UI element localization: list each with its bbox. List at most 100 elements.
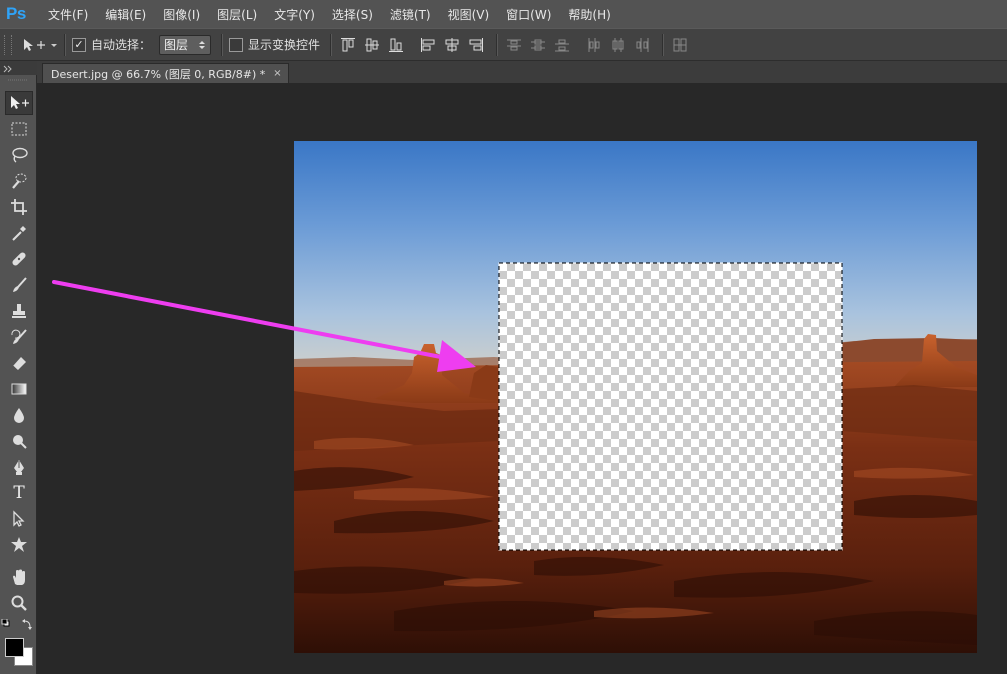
quick-selection-icon xyxy=(12,173,27,189)
canvas-area[interactable] xyxy=(37,83,1007,674)
blur-tool-button[interactable] xyxy=(5,403,33,427)
align-right-edges-button[interactable] xyxy=(466,35,486,55)
hand-icon xyxy=(13,569,25,585)
align-left-icon xyxy=(421,37,435,52)
align-vcenter-icon xyxy=(365,38,380,51)
brush-tool-button[interactable] xyxy=(5,273,33,297)
distribute-hcenter-button[interactable] xyxy=(608,35,628,55)
tools-panel: T xyxy=(0,75,37,674)
auto-select-target-value: 图层 xyxy=(164,38,189,52)
path-selection-tool-button[interactable] xyxy=(5,507,33,531)
align-horizontal-centers-button[interactable] xyxy=(442,35,462,55)
tool-preset-picker[interactable] xyxy=(20,36,58,54)
default-colors-icon xyxy=(1,619,10,627)
color-swatch-controls xyxy=(1,619,32,630)
menu-help[interactable]: 帮助(H) xyxy=(562,6,616,23)
type-tool-button[interactable]: T xyxy=(5,481,33,505)
close-icon[interactable]: × xyxy=(273,68,281,79)
menu-type[interactable]: 文字(Y) xyxy=(268,6,321,23)
distribute-left-icon xyxy=(588,37,600,52)
menu-filter[interactable]: 滤镜(T) xyxy=(384,6,437,23)
align-bottom-icon xyxy=(389,38,404,52)
crop-icon xyxy=(11,199,27,215)
menu-image[interactable]: 图像(I) xyxy=(157,6,206,23)
align-right-icon xyxy=(469,37,484,52)
drop-icon xyxy=(14,408,24,423)
show-transform-checkbox[interactable] xyxy=(229,37,244,52)
move-tool-icon xyxy=(11,96,29,109)
align-top-edges-button[interactable] xyxy=(338,35,358,55)
hand-tool-button[interactable] xyxy=(5,565,33,589)
toolbar-header xyxy=(0,61,37,75)
menu-file[interactable]: 文件(F) xyxy=(42,6,94,23)
distribute-left-button[interactable] xyxy=(584,35,604,55)
align-bottom-edges-button[interactable] xyxy=(386,35,406,55)
distribute-bottom-icon xyxy=(555,39,570,51)
move-tool-icon xyxy=(24,38,57,51)
crop-tool-button[interactable] xyxy=(5,195,33,219)
auto-select-target-dropdown[interactable]: 图层 xyxy=(159,34,212,55)
auto-select-checkbox[interactable]: ✓ xyxy=(72,37,86,52)
bandage-icon xyxy=(12,252,26,266)
brush-icon xyxy=(13,277,27,292)
dodge-icon xyxy=(13,435,27,449)
align-left-edges-button[interactable] xyxy=(418,35,438,55)
menu-layer[interactable]: 图层(L) xyxy=(211,6,263,23)
document-tab[interactable]: Desert.jpg @ 66.7% (图层 0, RGB/8#) * × xyxy=(42,63,289,83)
swap-colors-icon xyxy=(22,619,32,630)
eyedropper-tool-button[interactable] xyxy=(5,221,33,245)
separator xyxy=(330,33,333,56)
panel-grip-icon xyxy=(8,79,28,81)
document-tab-title: Desert.jpg @ 66.7% (图层 0, RGB/8#) * xyxy=(51,67,266,81)
path-selection-icon xyxy=(13,510,25,527)
zoom-tool-button[interactable] xyxy=(5,591,33,615)
lasso-icon xyxy=(12,147,28,163)
separator xyxy=(496,33,499,56)
magnifier-icon xyxy=(11,595,27,611)
photoshop-logo: Ps xyxy=(6,4,26,23)
options-bar-grip[interactable] xyxy=(4,34,12,55)
separator xyxy=(662,33,665,56)
auto-select-label: 自动选择： xyxy=(91,38,152,52)
auto-align-layers-button[interactable] xyxy=(670,35,690,55)
clone-stamp-tool-button[interactable] xyxy=(5,299,33,323)
lasso-tool-button[interactable] xyxy=(5,143,33,167)
menu-edit[interactable]: 编辑(E) xyxy=(99,6,152,23)
pen-tool-button[interactable] xyxy=(5,455,33,479)
document-tab-bar: Desert.jpg @ 66.7% (图层 0, RGB/8#) * × xyxy=(37,61,1007,83)
options-bar: ✓ 自动选择： 图层 显示变换控件 xyxy=(0,28,1007,61)
collapse-chevron-icon[interactable] xyxy=(0,62,37,76)
distribute-right-button[interactable] xyxy=(632,35,652,55)
menu-view[interactable]: 视图(V) xyxy=(442,6,496,23)
chevron-down-icon xyxy=(51,43,57,47)
distribute-top-button[interactable] xyxy=(504,35,524,55)
marquee-tool-button[interactable] xyxy=(5,117,33,141)
menu-bar: Ps 文件(F) 编辑(E) 图像(I) 图层(L) 文字(Y) 选择(S) 滤… xyxy=(0,0,1007,28)
distribute-bottom-button[interactable] xyxy=(552,35,572,55)
move-tool-button[interactable] xyxy=(5,91,33,115)
history-brush-tool-button[interactable] xyxy=(5,325,33,349)
pen-icon xyxy=(14,460,24,475)
rect-marquee-icon xyxy=(11,122,27,136)
align-vertical-centers-button[interactable] xyxy=(362,35,382,55)
menu-select[interactable]: 选择(S) xyxy=(326,6,379,23)
distribute-right-icon xyxy=(636,37,649,52)
custom-shape-tool-button[interactable] xyxy=(5,533,33,557)
gradient-icon xyxy=(11,383,27,395)
selection-marquee xyxy=(498,262,843,551)
separator xyxy=(64,33,66,56)
document-canvas[interactable] xyxy=(294,141,977,653)
menu-window[interactable]: 窗口(W) xyxy=(500,6,557,23)
show-transform-label: 显示变换控件 xyxy=(248,38,321,52)
gradient-tool-button[interactable] xyxy=(5,377,33,401)
eyedropper-icon xyxy=(12,226,26,241)
separator xyxy=(221,33,224,56)
quick-selection-tool-button[interactable] xyxy=(5,169,33,193)
eraser-tool-button[interactable] xyxy=(5,351,33,375)
dodge-tool-button[interactable] xyxy=(5,429,33,453)
healing-brush-tool-button[interactable] xyxy=(5,247,33,271)
eraser-icon xyxy=(12,357,26,371)
distribute-vcenter-button[interactable] xyxy=(528,35,548,55)
foreground-color-swatch[interactable] xyxy=(5,638,24,657)
updown-chevron-icon xyxy=(199,40,206,49)
